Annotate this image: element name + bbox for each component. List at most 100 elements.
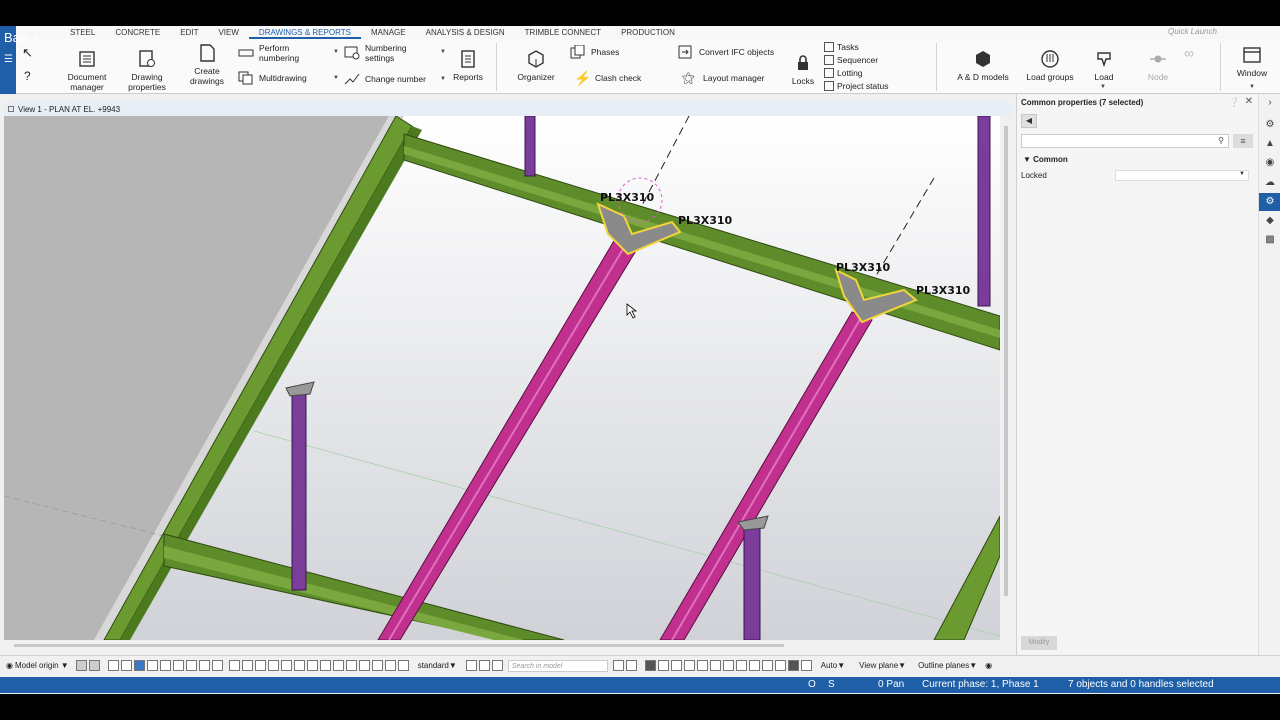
multidrawing-dropdown-icon[interactable]: ▼ <box>333 75 339 81</box>
collapse-icon[interactable]: › <box>1259 94 1280 112</box>
snap-toggle-icon[interactable] <box>88 660 100 671</box>
snap-switch-icon[interactable] <box>358 660 370 671</box>
standard-dropdown[interactable]: standard ▼ <box>418 661 457 670</box>
select-switch-icon[interactable] <box>146 660 158 671</box>
locks-button[interactable]: Locks <box>786 53 820 86</box>
shape-tool-icon[interactable] <box>774 660 786 671</box>
properties-menu-button[interactable]: ≡ <box>1233 134 1253 148</box>
properties-gear-icon[interactable]: ⚙ <box>1259 193 1280 211</box>
snap-toggle-icon[interactable] <box>75 660 87 671</box>
settings-link-icon[interactable]: ⚙ <box>1259 116 1280 134</box>
window-button[interactable]: Window <box>1232 45 1272 78</box>
section-common[interactable]: ▼ Common <box>1023 155 1068 164</box>
sequencer-button[interactable]: Sequencer <box>824 55 878 65</box>
snap-switch-icon[interactable] <box>345 660 357 671</box>
ad-models-button[interactable]: A & D models <box>954 49 1012 82</box>
perform-numbering-dropdown-icon[interactable]: ▼ <box>333 49 339 55</box>
snap-switch-icon[interactable] <box>319 660 331 671</box>
load-dropdown-icon[interactable]: ▼ <box>1100 84 1106 90</box>
help-tool[interactable]: ? <box>24 69 31 83</box>
snap-switch-icon[interactable] <box>280 660 292 671</box>
shape-tool-icon[interactable] <box>787 660 799 671</box>
snap-switch-icon[interactable] <box>332 660 344 671</box>
snap-switch-icon[interactable] <box>241 660 253 671</box>
multidrawing-button[interactable]: Multidrawing <box>238 71 307 85</box>
close-icon[interactable]: ✕ <box>1245 96 1253 107</box>
shape-tool-icon[interactable] <box>800 660 812 671</box>
project-status-button[interactable]: Project status <box>824 81 889 91</box>
graduation-icon[interactable]: ▲ <box>1259 135 1280 153</box>
model-view-canvas[interactable]: PL3X310 PL3X310 PL3X310 PL3X310 <box>4 116 1000 640</box>
tab-production[interactable]: PRODUCTION <box>611 26 685 39</box>
phases-button[interactable]: Phases <box>570 45 619 59</box>
shape-tool-icon[interactable] <box>748 660 760 671</box>
tab-concrete[interactable]: CONCRETE <box>105 26 170 39</box>
column[interactable] <box>291 393 307 591</box>
snap-switch-icon[interactable] <box>371 660 383 671</box>
tasks-button[interactable]: Tasks <box>824 42 859 52</box>
search-in-model-input[interactable]: Search in model <box>507 659 608 672</box>
search-icon[interactable] <box>612 660 624 671</box>
shape-tool-icon[interactable] <box>722 660 734 671</box>
select-switch-icon[interactable] <box>185 660 197 671</box>
shape-tool-icon[interactable] <box>644 660 656 671</box>
outline-planes-dropdown[interactable]: Outline planes ▼ <box>918 661 977 670</box>
window-dropdown-icon[interactable]: ▼ <box>1249 84 1255 90</box>
cloud-icon[interactable]: ☁ <box>1259 174 1280 192</box>
shape-tool-icon[interactable] <box>761 660 773 671</box>
snap-switch-icon[interactable] <box>228 660 240 671</box>
tool-icon[interactable] <box>465 660 477 671</box>
numbering-settings-button[interactable]: Numbering settings <box>344 43 417 63</box>
snap-switch-icon[interactable] <box>306 660 318 671</box>
zoom-icon[interactable] <box>625 660 637 671</box>
scroll-thumb[interactable] <box>1004 126 1008 596</box>
organizer-button[interactable]: Organizer <box>512 49 560 82</box>
viewport-vertical-scrollbar[interactable] <box>1002 116 1012 640</box>
tool-icon[interactable] <box>478 660 490 671</box>
snap-switch-icon[interactable] <box>384 660 396 671</box>
snap-switch-icon[interactable] <box>293 660 305 671</box>
numbering-settings-dropdown-icon[interactable]: ▼ <box>440 49 446 55</box>
eye-icon[interactable] <box>491 660 503 671</box>
select-switch-icon[interactable] <box>198 660 210 671</box>
snap-switch-icon[interactable] <box>254 660 266 671</box>
properties-search-input[interactable]: ⚲ <box>1021 134 1229 148</box>
column[interactable] <box>524 116 536 177</box>
scroll-thumb[interactable] <box>14 644 784 647</box>
components-icon[interactable]: ▩ <box>1259 231 1280 249</box>
perform-numbering-button[interactable]: Perform numbering <box>238 43 309 63</box>
tab-manage[interactable]: MANAGE <box>361 26 416 39</box>
shape-tool-icon[interactable] <box>657 660 669 671</box>
shape-tool-icon[interactable] <box>670 660 682 671</box>
globe-icon[interactable]: ◉ <box>1259 154 1280 172</box>
visibility-icon[interactable]: ◉ <box>985 661 992 670</box>
shape-tool-icon[interactable] <box>709 660 721 671</box>
snap-switch-icon[interactable] <box>267 660 279 671</box>
convert-ifc-button[interactable]: Convert IFC objects <box>678 45 774 59</box>
lotting-button[interactable]: Lotting <box>824 68 863 78</box>
select-tool[interactable]: ↖ <box>22 45 33 61</box>
select-switch-icon[interactable] <box>120 660 132 671</box>
hamburger-icon[interactable]: ☰ <box>4 54 13 65</box>
model-viewport[interactable]: PL3X310 PL3X310 PL3X310 PL3X310 <box>4 116 1000 640</box>
change-number-button[interactable]: Change number <box>344 72 426 86</box>
shape-tool-icon[interactable] <box>683 660 695 671</box>
change-number-dropdown-icon[interactable]: ▼ <box>440 76 446 82</box>
select-switch-icon[interactable] <box>133 660 145 671</box>
document-manager-button[interactable]: Document manager <box>62 49 112 92</box>
tab-view[interactable]: VIEW <box>208 26 248 39</box>
reports-button[interactable]: Reports <box>448 49 488 82</box>
viewport-horizontal-scrollbar[interactable] <box>4 642 1000 650</box>
create-drawings-button[interactable]: Create drawings <box>184 43 230 86</box>
quick-launch-input[interactable]: Quick Launch <box>1168 27 1268 38</box>
select-switch-icon[interactable] <box>107 660 119 671</box>
snap-switch-icon[interactable] <box>397 660 409 671</box>
modify-button[interactable]: Modify <box>1021 636 1057 650</box>
column[interactable] <box>977 116 991 307</box>
help-icon[interactable]: ❔ <box>1229 97 1240 108</box>
locked-select[interactable]: ▼ <box>1115 170 1249 181</box>
drawing-properties-button[interactable]: Drawing properties <box>124 49 170 92</box>
select-switch-icon[interactable] <box>211 660 223 671</box>
view-plane-dropdown[interactable]: View plane ▼ <box>859 661 906 670</box>
select-switch-icon[interactable] <box>159 660 171 671</box>
